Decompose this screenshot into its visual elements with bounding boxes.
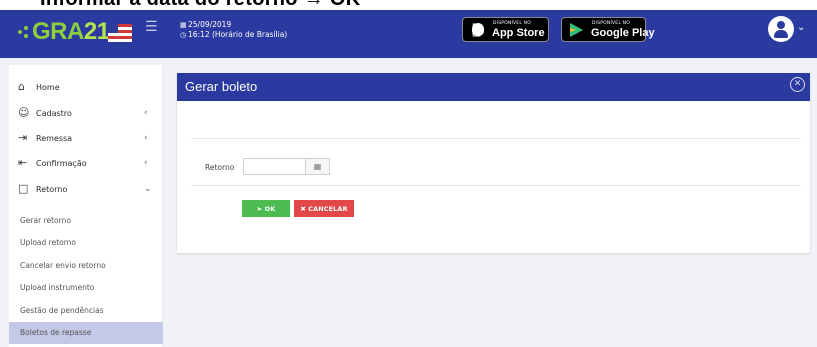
panel-title: Gerar boleto <box>185 79 258 94</box>
sidebar-subitem-gestao-pendencias[interactable]: Gestão de pendências <box>9 300 163 322</box>
google-play-badge[interactable]: DISPONÍVEL NO Google Play <box>561 17 655 42</box>
sidebar-subitem-upload-instrumento[interactable]: Upload instrumento <box>9 277 163 299</box>
apple-icon-shape <box>472 23 484 36</box>
caption-text: Informar a data do retorno → OK <box>40 0 360 10</box>
logo-text: GRA21 <box>32 18 110 45</box>
sidebar-item-retorno[interactable]: □ Retorno ⌄ <box>9 177 163 203</box>
sidebar-subitem-gerar-retorno[interactable]: Gerar retorno <box>9 210 163 232</box>
import-icon: ⇤ <box>18 156 28 169</box>
app-store-label: App Store <box>492 27 545 39</box>
logo-dot <box>24 26 28 30</box>
chevron-down-icon: ⌄ <box>144 184 152 194</box>
user-avatar-icon[interactable] <box>768 16 794 42</box>
logo-dot <box>18 30 22 34</box>
sidebar-item-label: Home <box>36 83 60 92</box>
chevron-left-icon: ‹ <box>144 108 148 118</box>
send-icon: ➤ <box>256 204 263 213</box>
divider <box>191 185 801 186</box>
retorno-label: Retorno <box>205 163 235 172</box>
sidebar-subitem-label: Gestão de pendências <box>20 306 104 315</box>
sidebar-subitem-label: Upload retorno <box>20 238 77 247</box>
retorno-date-input[interactable] <box>243 158 305 175</box>
cancel-button[interactable]: ✖ CANCELAR <box>294 200 354 217</box>
home-icon: ⌂ <box>18 80 25 93</box>
close-icon: ✖ <box>300 204 306 213</box>
app-store-small-text: DISPONÍVEL NO <box>493 21 531 26</box>
date-time-display: ▦25/09/2019 ◷ 16:12 (Horário de Brasília) <box>180 20 287 40</box>
calendar-icon: ▦ <box>180 21 187 29</box>
tray-icon: □ <box>18 182 29 195</box>
cancel-button-label: CANCELAR <box>308 204 348 213</box>
sidebar-item-remessa[interactable]: ⇥ Remessa ‹ <box>9 126 163 152</box>
sidebar-item-home[interactable]: ⌂ Home <box>9 75 163 101</box>
avatar-head <box>777 21 785 29</box>
sidebar-item-label: Confirmação <box>36 159 87 168</box>
gerar-boleto-panel: Gerar boleto ✕ Retorno ▦ ➤ OK ✖ CANCELAR <box>177 73 810 253</box>
chevron-left-icon: ‹ <box>144 133 148 143</box>
sidebar-item-label: Remessa <box>36 134 73 143</box>
app-store-badge[interactable]:  DISPONÍVEL NO App Store <box>462 17 549 42</box>
sidebar-subitem-cancelar-envio-retorno[interactable]: Cancelar envio retorno <box>9 255 163 277</box>
google-play-small-text: DISPONÍVEL NO <box>592 21 630 26</box>
gra21-logo[interactable]: GRA21 <box>14 10 134 48</box>
sidebar-subitem-boletos-repasse[interactable]: Boletos de repasse <box>9 322 163 344</box>
sidebar-subitem-label: Boletos de repasse <box>20 328 92 337</box>
close-icon[interactable]: ✕ <box>790 77 805 92</box>
chevron-down-icon[interactable]: ⌄ <box>797 22 805 33</box>
hamburger-menu-icon[interactable]: ☰ <box>145 20 159 34</box>
avatar-body <box>774 30 788 38</box>
google-play-label: Google Play <box>591 27 655 39</box>
google-play-icon <box>570 23 583 37</box>
sidebar-subitem-label: Cancelar envio retorno <box>20 261 106 270</box>
sidebar-item-confirmacao[interactable]: ⇤ Confirmação ‹ <box>9 151 163 177</box>
sidebar-item-label: Cadastro <box>36 109 72 118</box>
ok-button-label: OK <box>264 204 276 213</box>
maranhao-flag-icon <box>108 24 132 42</box>
current-time: 16:12 (Horário de Brasília) <box>188 30 288 39</box>
sidebar-subitem-label: Gerar retorno <box>20 216 71 225</box>
slide-caption: Informar a data do retorno → OK <box>0 0 817 10</box>
logo-dot <box>24 34 28 38</box>
divider <box>191 138 801 139</box>
ok-button[interactable]: ➤ OK <box>242 200 290 217</box>
chevron-left-icon: ‹ <box>144 158 148 168</box>
sidebar: ⌂ Home ☺ Cadastro ‹ ⇥ Remessa ‹ ⇤ Confir… <box>9 65 163 347</box>
user-icon: ☺ <box>18 106 30 119</box>
sidebar-item-label: Retorno <box>36 185 68 194</box>
current-date: 25/09/2019 <box>188 20 232 29</box>
calendar-icon[interactable]: ▦ <box>305 158 330 175</box>
export-icon: ⇥ <box>18 131 28 144</box>
sidebar-item-cadastro[interactable]: ☺ Cadastro ‹ <box>9 101 163 127</box>
clock-icon: ◷ <box>180 31 187 39</box>
sidebar-subitem-label: Upload instrumento <box>20 283 95 292</box>
sidebar-subitem-upload-retorno[interactable]: Upload retorno <box>9 232 163 254</box>
panel-header: Gerar boleto ✕ <box>177 73 810 101</box>
